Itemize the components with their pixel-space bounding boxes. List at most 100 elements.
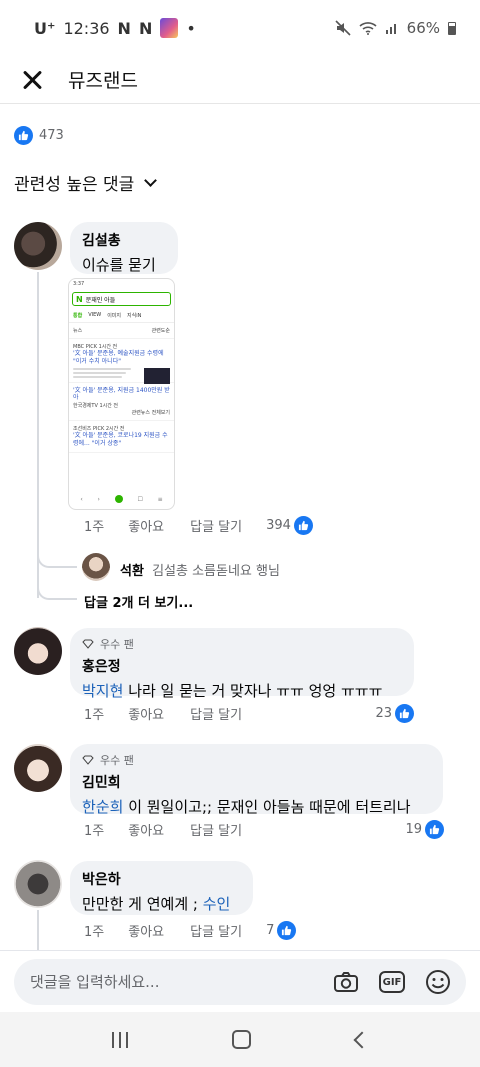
like-button[interactable]: 좋아요 <box>128 921 164 940</box>
top-bar: 뮤즈랜드 <box>0 56 480 104</box>
thumbs-up-icon <box>395 704 414 723</box>
comment-text: 이 뭔일이고;; 문재인 아들놈 때문에 터트리나 <box>128 798 411 816</box>
mention-link[interactable]: 한순희 <box>82 798 123 816</box>
comment-time: 1주 <box>84 708 105 723</box>
comment-text: 만만한 게 연예계 ; <box>82 895 198 913</box>
battery-percent: 66% <box>406 19 440 37</box>
comment-sort-dropdown[interactable]: 관련성 높은 댓글 <box>14 170 158 195</box>
comment-text-line: 한순희 이 뭔일이고;; 문재인 아들놈 때문에 터트리나 <box>82 796 431 817</box>
attachment-news-section: 뉴스 관련도순 <box>69 323 174 339</box>
attachment-article: MBC PICK 1시간 전 '文 아들' 문준용, 예술지원금 수령에 "이거… <box>69 339 174 384</box>
recents-icon[interactable] <box>112 1031 129 1048</box>
comment-image-attachment[interactable]: 3:37 N 문재인 아들 통합 VIEW 이미지 지식iN 뉴스 관련도순 M… <box>68 278 175 510</box>
close-icon[interactable] <box>20 67 46 93</box>
comment-composer: GIF <box>0 950 480 1012</box>
comment-text: 이슈를 묻기 <box>82 256 156 274</box>
avatar[interactable] <box>14 860 62 908</box>
reply-author: 석환 <box>120 564 144 579</box>
attachment-search-query: 문재인 아들 <box>85 296 116 304</box>
chevron-down-icon <box>144 173 158 187</box>
wifi-icon <box>359 22 377 35</box>
thumbs-up-icon <box>425 820 444 839</box>
avatar[interactable] <box>14 627 62 675</box>
thumbs-up-icon <box>277 921 297 940</box>
attachment-status-bar: 3:37 <box>73 281 85 287</box>
comment-author[interactable]: 홍은정 <box>82 656 402 676</box>
more-replies-link[interactable]: 답글 2개 더 보기... <box>84 592 193 611</box>
like-button[interactable]: 좋아요 <box>128 516 164 535</box>
comment-like-count[interactable]: 19 <box>405 820 444 839</box>
reply-mention: 김설총 <box>152 564 188 579</box>
badge-label: 우수 팬 <box>100 754 134 767</box>
top-fan-badge: 우수 팬 <box>82 636 402 652</box>
battery-icon <box>448 21 456 35</box>
attachment-article-thumbnail <box>144 367 170 384</box>
top-fan-badge: 우수 팬 <box>82 752 431 768</box>
attachment-nav: ‹ › ☐ ≡ <box>80 495 163 503</box>
badge-label: 우수 팬 <box>100 638 134 651</box>
comment-input[interactable] <box>30 973 316 991</box>
gif-icon[interactable]: GIF <box>376 966 408 998</box>
back-icon[interactable] <box>353 1031 371 1048</box>
attachment-sort-hint: 관련도순 <box>151 328 170 334</box>
reply-button[interactable]: 답글 달기 <box>190 704 242 723</box>
attachment-article-title: '文 아들' 문준용, 예술지원금 수령에 "이거 수치 아니다" <box>73 350 164 365</box>
attachment-tabs: 통합 VIEW 이미지 지식iN <box>69 309 174 323</box>
comment-author[interactable]: 김설총 <box>82 230 166 250</box>
comment-like-count[interactable]: 23 <box>375 704 414 723</box>
clock: 12:36 <box>63 18 110 38</box>
carrier-label: U⁺ <box>34 18 56 38</box>
reply-button[interactable]: 답글 달기 <box>190 921 242 940</box>
notification-n-icon: N <box>138 18 153 38</box>
comment-author[interactable]: 김민희 <box>82 772 431 792</box>
comment-actions: 1주 좋아요 답글 달기 19 <box>84 820 444 839</box>
like-button[interactable]: 좋아요 <box>128 820 164 839</box>
sort-label: 관련성 높은 댓글 <box>14 175 135 195</box>
attachment-tab: 지식iN <box>127 313 142 319</box>
attachment-tab: VIEW <box>88 312 102 318</box>
more-notifications-dot: • <box>186 18 196 38</box>
camera-icon[interactable] <box>330 966 362 998</box>
like-count-value: 394 <box>266 518 291 533</box>
comment-author[interactable]: 박은하 <box>82 869 241 889</box>
comment-time: 1주 <box>84 925 105 940</box>
comment-bubble: 우수 팬 홍은정 박지현 나라 일 묻는 거 맞자나 ㅠㅠ 엉엉 ㅠㅠㅠ <box>70 628 414 700</box>
comment-like-count[interactable]: 394 <box>266 516 313 535</box>
comment-input-container: GIF <box>14 959 466 1005</box>
reaction-summary[interactable]: 473 <box>14 126 64 145</box>
naver-logo: N <box>76 294 83 304</box>
avatar[interactable] <box>14 222 62 270</box>
reply-button[interactable]: 답글 달기 <box>190 516 242 535</box>
emoji-icon[interactable] <box>422 966 454 998</box>
reaction-count: 473 <box>39 128 64 143</box>
mention-link[interactable]: 수인 <box>203 895 231 913</box>
thumbs-up-icon <box>293 516 313 535</box>
attachment-article: '文 아들' 문준용, 지원금 1400만원 받아 한국경제TV 1시간 전 관… <box>69 383 174 422</box>
diamond-icon <box>82 639 94 649</box>
reply-text: 소름돋네요 행님 <box>192 564 280 579</box>
attachment-more-link: 관련뉴스 전체보기 <box>131 410 170 417</box>
avatar[interactable] <box>14 744 62 792</box>
comment-actions: 1주 좋아요 답글 달기 394 <box>84 516 313 535</box>
attachment-article-title: '文 아들' 문준용, 코로나19 지원금 수령에... "이거 상종" <box>73 432 168 447</box>
attachment-section-label: 뉴스 <box>73 328 83 334</box>
like-count-value: 7 <box>266 923 275 938</box>
system-nav-bar <box>0 1012 480 1067</box>
mute-icon <box>335 20 351 36</box>
thread-connector <box>37 578 77 600</box>
reply-preview[interactable]: 석환 김설총 소름돋네요 행님 <box>120 560 280 579</box>
home-icon[interactable] <box>232 1030 252 1049</box>
comment-actions: 1주 좋아요 답글 달기 7 <box>84 921 297 940</box>
avatar[interactable] <box>82 553 110 581</box>
reply-button[interactable]: 답글 달기 <box>190 820 242 839</box>
mention-link[interactable]: 박지현 <box>82 682 123 700</box>
attachment-article: 조선비즈 PICK 2시간 전 '文 아들' 문준용, 코로나19 지원금 수령… <box>69 421 174 453</box>
status-bar: U⁺ 12:36 N N • 66% <box>0 0 480 56</box>
comment-time: 1주 <box>84 520 105 535</box>
thread-line <box>37 910 39 950</box>
like-button[interactable]: 좋아요 <box>128 704 164 723</box>
attachment-article-title: '文 아들' 문준용, 지원금 1400만원 받아 <box>73 386 170 402</box>
attachment-article-source: 한국경제TV 1시간 전 <box>73 403 119 410</box>
comment-like-count[interactable]: 7 <box>266 921 297 940</box>
comment-actions: 1주 좋아요 답글 달기 23 <box>84 704 414 723</box>
